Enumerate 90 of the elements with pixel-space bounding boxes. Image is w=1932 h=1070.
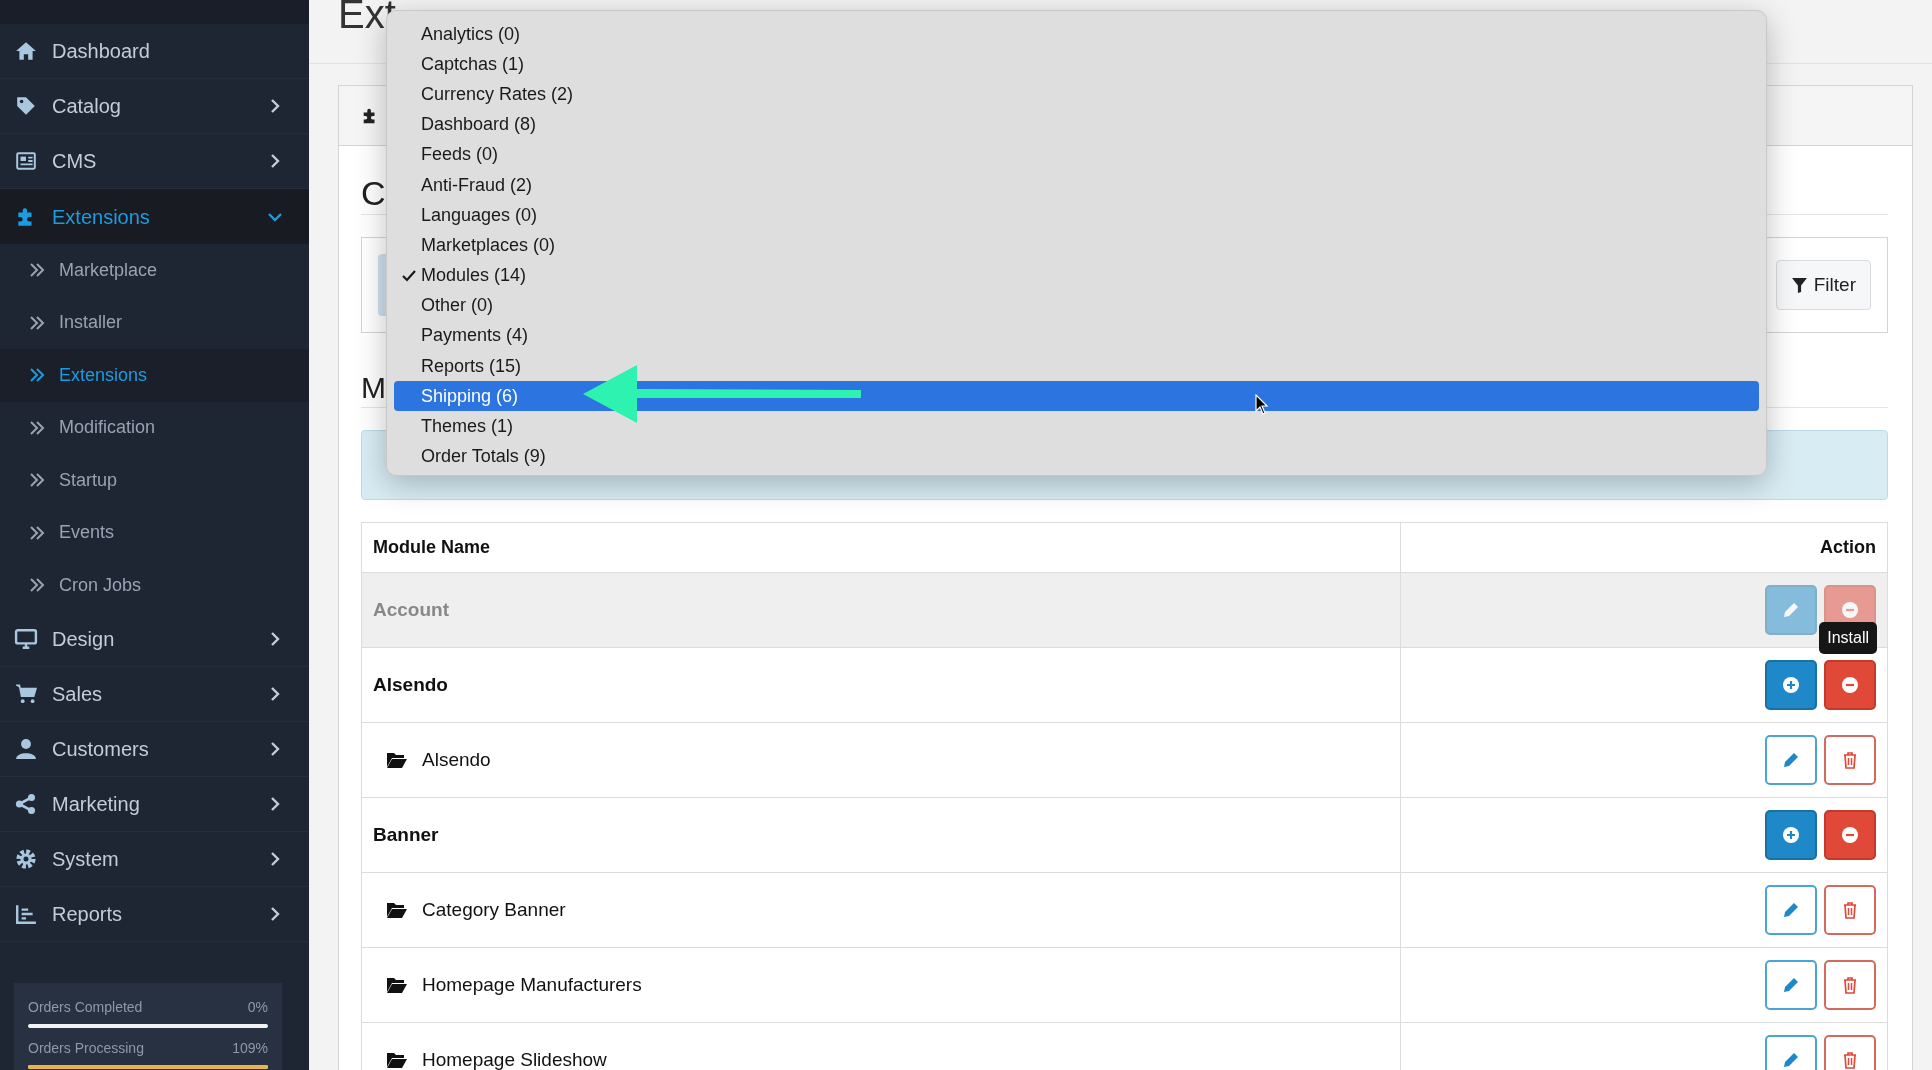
sidebar-item[interactable]: Marketing bbox=[0, 776, 309, 832]
stat-label: Orders Completed bbox=[28, 998, 143, 1017]
double-chevron-icon bbox=[29, 367, 45, 384]
sidebar-item[interactable]: Extensions bbox=[0, 189, 309, 244]
sidebar-item[interactable]: Customers bbox=[0, 721, 309, 777]
dropdown-option[interactable]: Other (0) bbox=[394, 290, 1759, 321]
sidebar-item[interactable]: Sales bbox=[0, 666, 309, 722]
pencil-icon bbox=[1781, 600, 1801, 620]
checkmark-icon bbox=[402, 268, 416, 283]
dropdown-option[interactable]: Currency Rates (2) bbox=[394, 79, 1759, 110]
edit-button[interactable] bbox=[1765, 960, 1817, 1010]
delete-button[interactable] bbox=[1824, 885, 1876, 935]
module-name: Banner bbox=[373, 822, 439, 847]
sidebar-item[interactable]: Reports bbox=[0, 886, 309, 942]
install-button[interactable] bbox=[1765, 660, 1817, 710]
minus-circle-icon bbox=[1840, 600, 1860, 620]
dropdown-option[interactable]: Dashboard (8) bbox=[394, 109, 1759, 140]
stat-value: 0% bbox=[247, 998, 268, 1017]
dropdown-option[interactable]: Feeds (0) bbox=[394, 139, 1759, 170]
stat-label: Orders Processing bbox=[28, 1039, 144, 1058]
folder-icon bbox=[386, 1051, 408, 1069]
folder-icon bbox=[386, 901, 408, 919]
minus-circle-icon bbox=[1840, 675, 1860, 695]
sidebar-item[interactable]: Catalog bbox=[0, 79, 309, 134]
double-chevron-icon bbox=[29, 472, 45, 489]
share-icon bbox=[14, 792, 38, 815]
submenu-item[interactable]: Events bbox=[0, 506, 309, 559]
bar-chart-icon bbox=[14, 902, 38, 925]
mouse-cursor-icon bbox=[1255, 394, 1269, 416]
cart-icon bbox=[14, 682, 38, 705]
folder-icon bbox=[386, 751, 408, 769]
column-header: Action bbox=[1820, 536, 1876, 559]
submenu-item[interactable]: Extensions bbox=[0, 349, 309, 402]
sidebar-item[interactable]: Dashboard bbox=[0, 24, 309, 79]
module-name: Alsendo bbox=[422, 747, 491, 772]
monitor-icon bbox=[14, 627, 38, 650]
user-icon bbox=[14, 737, 38, 760]
plus-circle-icon bbox=[1781, 825, 1801, 845]
section-heading: C bbox=[361, 176, 386, 210]
double-chevron-icon bbox=[29, 524, 45, 541]
double-chevron-icon bbox=[29, 262, 45, 279]
section-heading: M bbox=[361, 373, 386, 403]
delete-button[interactable] bbox=[1824, 960, 1876, 1010]
minus-circle-icon bbox=[1840, 825, 1860, 845]
dropdown-option[interactable]: Reports (15) bbox=[394, 351, 1759, 382]
filter-icon bbox=[1790, 276, 1808, 294]
settings-icon bbox=[14, 847, 38, 870]
submenu-item[interactable]: Marketplace bbox=[0, 244, 309, 297]
newspaper-icon bbox=[14, 150, 38, 172]
module-name: Homepage Slideshow bbox=[422, 1047, 607, 1070]
double-chevron-icon bbox=[29, 577, 45, 594]
folder-icon bbox=[386, 976, 408, 994]
submenu-item[interactable]: Startup bbox=[0, 454, 309, 507]
edit-button[interactable] bbox=[1765, 1035, 1817, 1070]
pencil-icon bbox=[1781, 1050, 1801, 1070]
dropdown-option[interactable]: Analytics (0) bbox=[394, 19, 1759, 50]
dropdown-option[interactable]: Payments (4) bbox=[394, 320, 1759, 352]
dropdown-option[interactable]: Shipping (6) bbox=[394, 381, 1759, 412]
install-button[interactable] bbox=[1765, 810, 1817, 860]
dropdown-option[interactable]: Themes (1) bbox=[394, 411, 1759, 442]
sidebar-item[interactable]: Design bbox=[0, 611, 309, 667]
edit-button[interactable] bbox=[1765, 735, 1817, 785]
double-chevron-icon bbox=[29, 419, 45, 436]
delete-button[interactable] bbox=[1824, 1035, 1876, 1070]
pencil-icon bbox=[1781, 750, 1801, 770]
dropdown-option[interactable]: Languages (0) bbox=[394, 200, 1759, 231]
module-name: Category Banner bbox=[422, 897, 566, 922]
submenu-item[interactable]: Modification bbox=[0, 401, 309, 454]
submenu-item[interactable]: Installer bbox=[0, 296, 309, 349]
edit-button[interactable] bbox=[1765, 885, 1817, 935]
filter-button[interactable]: Filter bbox=[1775, 260, 1871, 310]
double-chevron-icon bbox=[29, 314, 45, 331]
stat-value: 109% bbox=[232, 1039, 268, 1058]
dropdown-option[interactable]: Order Totals (9) bbox=[394, 441, 1759, 472]
home-icon bbox=[14, 40, 38, 62]
column-header: Module Name bbox=[373, 536, 491, 559]
dropdown-option[interactable]: Modules (14) bbox=[394, 260, 1759, 291]
pencil-icon bbox=[1781, 900, 1801, 920]
module-name: Homepage Manufacturers bbox=[422, 972, 642, 997]
module-name: Account bbox=[373, 597, 449, 622]
pencil-icon bbox=[1781, 975, 1801, 995]
module-name: Alsendo bbox=[373, 672, 448, 697]
delete-button[interactable] bbox=[1824, 735, 1876, 785]
tooltip: Install bbox=[1819, 622, 1877, 654]
sidebar-item[interactable]: System bbox=[0, 831, 309, 887]
plus-circle-icon bbox=[1781, 675, 1801, 695]
dropdown-option[interactable]: Captchas (1) bbox=[394, 49, 1759, 80]
submenu-item[interactable]: Cron Jobs bbox=[0, 559, 309, 612]
dropdown-option[interactable]: Anti-Fraud (2) bbox=[394, 169, 1759, 201]
dropdown-option[interactable]: Marketplaces (0) bbox=[394, 230, 1759, 261]
